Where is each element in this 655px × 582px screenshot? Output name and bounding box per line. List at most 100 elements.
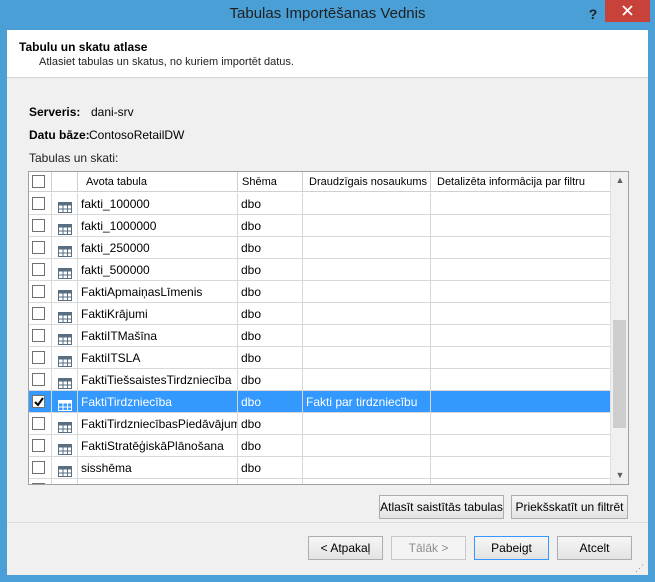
cell-source[interactable]: FaktiKrājumi — [78, 303, 238, 325]
cancel-button[interactable]: Atcelt — [557, 536, 632, 560]
cell-friendly-name[interactable] — [303, 347, 431, 369]
cell-filter-details[interactable] — [431, 435, 610, 457]
cell-friendly-name[interactable] — [303, 413, 431, 435]
cell-source[interactable]: FaktiTirdzniecībasPiedāvājumi — [78, 413, 238, 435]
cell-filter-details[interactable] — [431, 237, 610, 259]
cell-friendly-name[interactable] — [303, 479, 431, 484]
row-checkbox[interactable] — [32, 483, 45, 484]
cell-filter-details[interactable] — [431, 281, 610, 303]
cell-schema[interactable]: dbo — [238, 413, 303, 435]
row-checkbox[interactable] — [32, 285, 45, 298]
cell-schema[interactable]: dbo — [238, 479, 303, 484]
cell-source[interactable]: fakti_100000 — [78, 193, 238, 215]
table-row[interactable]: FaktiKrājumi dbo — [29, 303, 610, 325]
cell-source[interactable]: fakti_250000 — [78, 237, 238, 259]
cell-filter-details[interactable] — [431, 193, 610, 215]
cell-filter-details[interactable] — [431, 215, 610, 237]
cell-schema[interactable]: dbo — [238, 369, 303, 391]
cell-schema[interactable]: dbo — [238, 237, 303, 259]
cell-schema[interactable]: dbo — [238, 259, 303, 281]
vertical-scrollbar[interactable]: ▲ ▼ — [610, 172, 628, 484]
help-button[interactable]: ? — [583, 3, 603, 25]
table-row[interactable]: fakti_500000 dbo — [29, 259, 610, 281]
row-checkbox[interactable] — [32, 241, 45, 254]
row-checkbox[interactable] — [32, 329, 45, 342]
cell-source[interactable]: FaktiStratēģiskāPlānošana — [78, 435, 238, 457]
cell-schema[interactable]: dbo — [238, 347, 303, 369]
cell-filter-details[interactable] — [431, 457, 610, 479]
cell-schema[interactable]: dbo — [238, 193, 303, 215]
table-row[interactable]: FaktiTirdzniecībasPiedāvājumi dbo — [29, 413, 610, 435]
select-all-checkbox[interactable] — [32, 175, 45, 188]
row-checkbox[interactable] — [32, 307, 45, 320]
cell-filter-details[interactable] — [431, 259, 610, 281]
cell-friendly-name[interactable] — [303, 325, 431, 347]
cell-friendly-name[interactable] — [303, 259, 431, 281]
cell-filter-details[interactable] — [431, 347, 610, 369]
title-bar[interactable]: Tabulas Importēšanas Vednis ? — [0, 0, 655, 30]
next-button[interactable]: Tālāk > — [391, 536, 466, 560]
scroll-thumb[interactable] — [613, 320, 626, 428]
cell-friendly-name[interactable] — [303, 281, 431, 303]
cell-friendly-name[interactable] — [303, 457, 431, 479]
table-row[interactable]: fakti_100000 dbo — [29, 193, 610, 215]
cell-friendly-name[interactable] — [303, 303, 431, 325]
table-row[interactable]: sisshēma dbo — [29, 457, 610, 479]
row-checkbox[interactable] — [32, 263, 45, 276]
cell-source[interactable]: sisshēma — [78, 457, 238, 479]
cell-friendly-name[interactable]: Fakti par tirdzniecību — [303, 391, 431, 413]
table-row[interactable]: FaktiTiešsaistesTirdzniecība dbo — [29, 369, 610, 391]
cell-source[interactable]: FaktiITSLA — [78, 347, 238, 369]
cell-friendly-name[interactable] — [303, 193, 431, 215]
table-row[interactable]: fakti_250000 dbo — [29, 237, 610, 259]
table-row[interactable]: FaktiTirdzniecība dbo Fakti par tirdzniecī… — [29, 391, 610, 413]
cell-schema[interactable]: dbo — [238, 435, 303, 457]
row-checkbox[interactable] — [32, 373, 45, 386]
cell-filter-details[interactable] — [431, 325, 610, 347]
preview-and-filter-button[interactable]: Priekšskatīt un filtrēt — [511, 495, 628, 519]
select-related-tables-button[interactable]: Atlasīt saistītās tabulas — [379, 495, 504, 519]
table-row[interactable]: V_Cust...dbo — [29, 479, 610, 484]
row-checkbox[interactable] — [32, 197, 45, 210]
cell-schema[interactable]: dbo — [238, 325, 303, 347]
cell-friendly-name[interactable] — [303, 237, 431, 259]
cell-schema[interactable]: dbo — [238, 457, 303, 479]
back-button[interactable]: < Atpakaļ — [308, 536, 383, 560]
row-checkbox[interactable] — [32, 219, 45, 232]
scroll-up-icon[interactable]: ▲ — [611, 172, 628, 189]
cell-schema[interactable]: dbo — [238, 303, 303, 325]
cell-filter-details[interactable] — [431, 369, 610, 391]
resize-grip-icon[interactable]: ⋰ — [635, 563, 644, 574]
row-checkbox[interactable] — [32, 439, 45, 452]
row-checkbox[interactable] — [32, 417, 45, 430]
close-button[interactable] — [605, 0, 650, 22]
cell-friendly-name[interactable] — [303, 369, 431, 391]
row-checkbox[interactable] — [32, 351, 45, 364]
row-checkbox[interactable] — [32, 461, 45, 474]
cell-source[interactable]: V_Cust... — [78, 479, 238, 484]
cell-schema[interactable]: dbo — [238, 391, 303, 413]
column-header-source[interactable]: Avota tabula — [78, 172, 238, 192]
cell-source[interactable]: FaktiTiešsaistesTirdzniecība — [78, 369, 238, 391]
tables-grid[interactable]: Avota tabula Shēma Draudzīgais nosaukums… — [28, 171, 629, 485]
cell-source[interactable]: fakti_1000000 — [78, 215, 238, 237]
table-row[interactable]: fakti_1000000 dbo — [29, 215, 610, 237]
column-header-filter-details[interactable]: Detalizēta informācija par filtru — [431, 172, 610, 192]
cell-schema[interactable]: dbo — [238, 281, 303, 303]
cell-source[interactable]: FaktiApmaiņasLīmenis — [78, 281, 238, 303]
finish-button[interactable]: Pabeigt — [474, 536, 549, 560]
cell-friendly-name[interactable] — [303, 435, 431, 457]
cell-filter-details[interactable] — [431, 413, 610, 435]
cell-source[interactable]: FaktiTirdzniecība — [78, 391, 238, 413]
cell-schema[interactable]: dbo — [238, 215, 303, 237]
cell-filter-details[interactable] — [431, 303, 610, 325]
cell-friendly-name[interactable] — [303, 215, 431, 237]
row-checkbox[interactable] — [32, 395, 45, 408]
cell-filter-details[interactable] — [431, 391, 610, 413]
table-row[interactable]: FaktiApmaiņasLīmenis dbo — [29, 281, 610, 303]
cell-source[interactable]: fakti_500000 — [78, 259, 238, 281]
column-header-friendly-name[interactable]: Draudzīgais nosaukums — [303, 172, 431, 192]
table-row[interactable]: FaktiITSLA dbo — [29, 347, 610, 369]
cell-source[interactable]: FaktiITMašīna — [78, 325, 238, 347]
cell-filter-details[interactable] — [431, 479, 610, 484]
